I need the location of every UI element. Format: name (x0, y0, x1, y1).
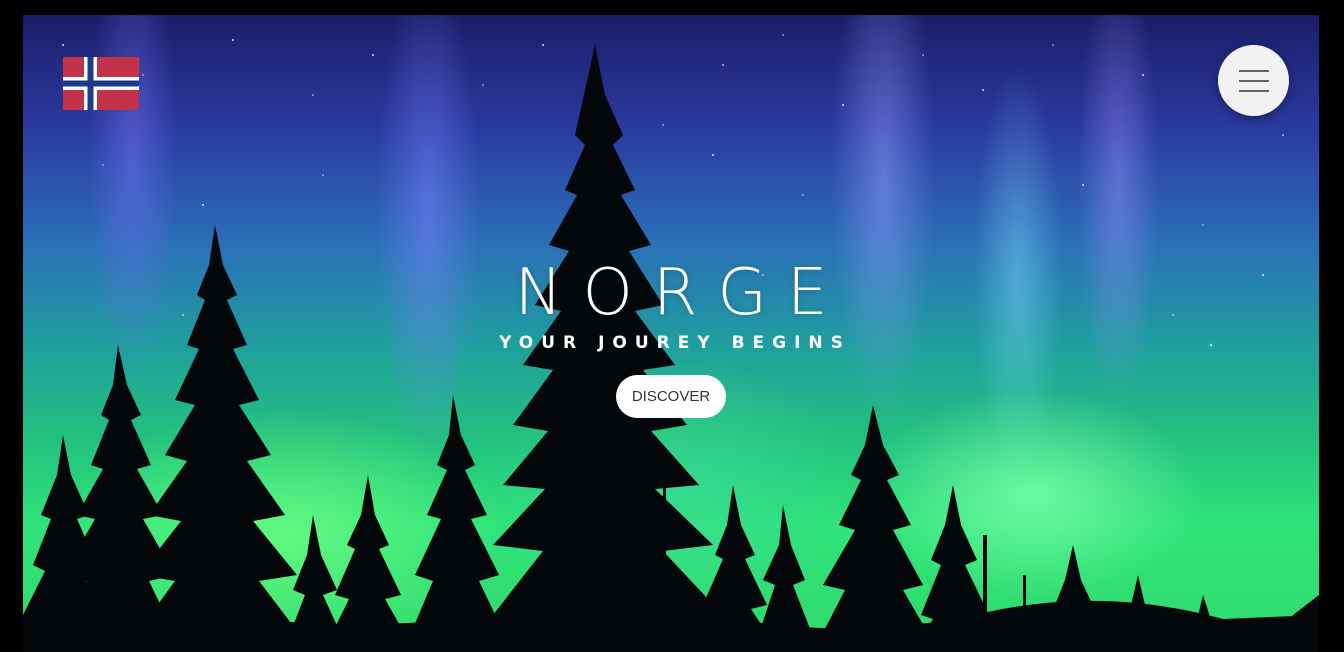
browser-frame: NORGE YOUR JOUREY BEGINS DISCOVER (0, 0, 1344, 652)
norway-flag-icon[interactable] (63, 57, 139, 110)
hero-title-block: NORGE YOUR JOUREY BEGINS (23, 255, 1319, 353)
hero-section: NORGE YOUR JOUREY BEGINS DISCOVER (23, 15, 1319, 652)
hero-title: NORGE (514, 256, 848, 330)
hamburger-menu-icon (1238, 69, 1269, 92)
hero-subtitle: YOUR JOUREY BEGINS (499, 333, 851, 353)
discover-button[interactable]: DISCOVER (616, 375, 726, 418)
hamburger-menu-button[interactable] (1218, 45, 1289, 116)
